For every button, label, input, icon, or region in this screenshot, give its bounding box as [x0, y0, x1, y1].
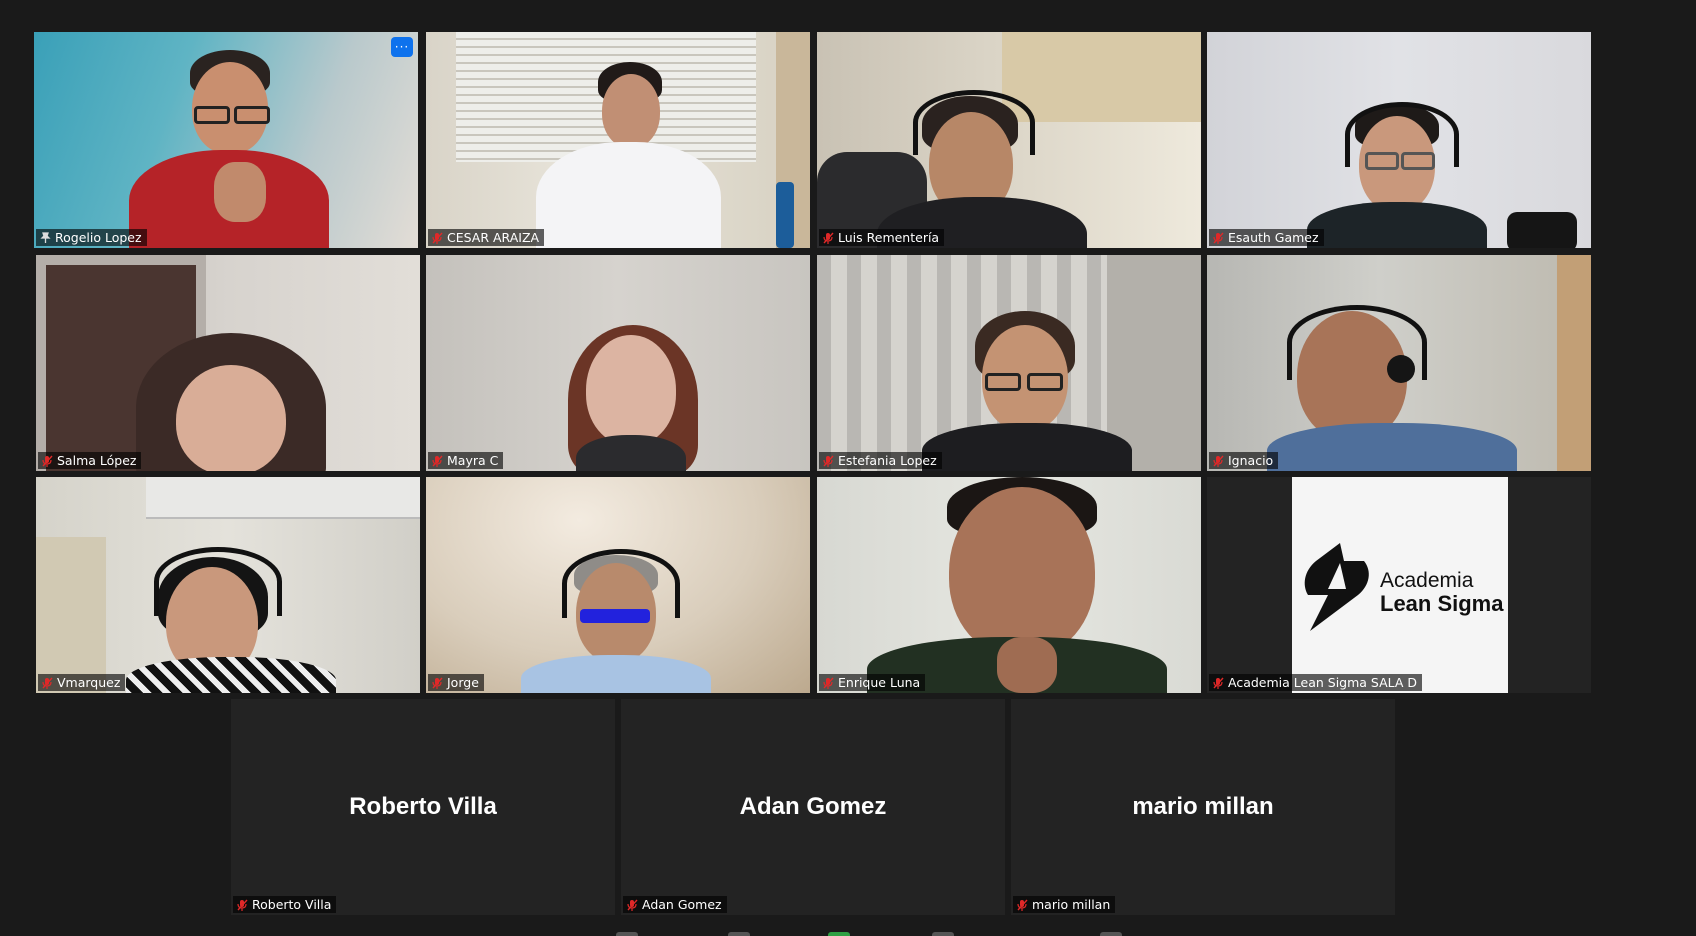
muted-mic-icon: [42, 677, 53, 689]
name-tag: Salma López: [38, 452, 142, 469]
muted-mic-icon: [237, 899, 248, 911]
participant-name: Rogelio Lopez: [55, 230, 142, 245]
video-tile-mario-millan[interactable]: mario millan mario millan: [1011, 699, 1395, 915]
video-tile-jorge[interactable]: Jorge: [426, 477, 810, 693]
muted-mic-icon: [823, 232, 834, 244]
logo-line-2: Lean Sigma: [1380, 591, 1504, 616]
name-tag: Ignacio: [1209, 452, 1279, 469]
muted-mic-icon: [42, 455, 53, 467]
muted-mic-icon: [1213, 232, 1224, 244]
video-tile-esauth-gamez[interactable]: Esauth Gamez: [1207, 32, 1591, 248]
lightning-bolt-icon: [1304, 543, 1369, 631]
name-tag: Jorge: [428, 674, 484, 691]
muted-mic-icon: [823, 677, 834, 689]
participant-name: Enrique Luna: [838, 675, 921, 690]
video-tile-luis-rementeria[interactable]: Luis Rementería: [817, 32, 1201, 248]
participant-name: Luis Rementería: [838, 230, 940, 245]
name-tag: Rogelio Lopez: [36, 229, 147, 246]
name-tag: Estefania Lopez: [819, 452, 942, 469]
name-tag: Luis Rementería: [819, 229, 945, 246]
video-tile-adan-gomez[interactable]: Adan Gomez Adan Gomez: [621, 699, 1005, 915]
name-tag: Enrique Luna: [819, 674, 926, 691]
participant-name: Salma López: [57, 453, 137, 468]
name-tag: mario millan: [1013, 896, 1116, 913]
video-tile-vmarquez[interactable]: Vmarquez: [36, 477, 420, 693]
participant-name: Estefania Lopez: [838, 453, 937, 468]
participant-name: Adan Gomez: [642, 897, 722, 912]
academia-lean-sigma-logo: Academia Lean Sigma: [1292, 477, 1508, 693]
toolbar-button[interactable]: [1100, 932, 1122, 936]
video-tile-cesar-araiza[interactable]: CESAR ARAIZA: [426, 32, 810, 248]
participant-name: Ignacio: [1228, 453, 1274, 468]
participant-name: Esauth Gamez: [1228, 230, 1319, 245]
participant-name: Vmarquez: [57, 675, 121, 690]
participant-name: Mayra C: [447, 453, 499, 468]
name-tag: Mayra C: [428, 452, 504, 469]
toolbar-button[interactable]: [616, 932, 638, 936]
meeting-toolbar[interactable]: [0, 930, 1696, 936]
participant-name: mario millan: [1032, 897, 1111, 912]
muted-mic-icon: [432, 677, 443, 689]
video-tile-mayra-c[interactable]: Mayra C: [426, 255, 810, 471]
video-tile-enrique-luna[interactable]: Enrique Luna: [817, 477, 1201, 693]
name-tag: CESAR ARAIZA: [428, 229, 545, 246]
video-tile-estefania-lopez[interactable]: Estefania Lopez: [817, 255, 1201, 471]
participant-name: Roberto Villa: [252, 897, 332, 912]
muted-mic-icon: [432, 232, 443, 244]
participant-name: Jorge: [447, 675, 479, 690]
muted-mic-icon: [1017, 899, 1028, 911]
gallery-view: ··· Rogelio Lopez CESAR ARAIZA Luis Reme…: [0, 0, 1696, 936]
participant-display-name: Adan Gomez: [739, 793, 887, 820]
more-options-button[interactable]: ···: [391, 37, 413, 57]
logo-line-1: Academia: [1380, 569, 1474, 592]
toolbar-button[interactable]: [828, 932, 850, 936]
name-tag: Vmarquez: [38, 674, 126, 691]
video-tile-academia-lean-sigma[interactable]: Academia Lean Sigma Academia Lean Sigma …: [1207, 477, 1591, 693]
toolbar-button[interactable]: [932, 932, 954, 936]
name-tag: Roberto Villa: [233, 896, 337, 913]
muted-mic-icon: [823, 455, 834, 467]
pin-icon: [40, 231, 51, 243]
participant-display-name: mario millan: [1132, 793, 1274, 820]
video-tile-ignacio[interactable]: Ignacio: [1207, 255, 1591, 471]
video-tile-rogelio-lopez[interactable]: ··· Rogelio Lopez: [34, 32, 418, 248]
video-tile-salma-lopez[interactable]: Salma López: [36, 255, 420, 471]
muted-mic-icon: [627, 899, 638, 911]
participant-name: Academia Lean Sigma SALA D: [1228, 675, 1418, 690]
muted-mic-icon: [1213, 677, 1224, 689]
name-tag: Academia Lean Sigma SALA D: [1209, 674, 1423, 691]
name-tag: Adan Gomez: [623, 896, 727, 913]
name-tag: Esauth Gamez: [1209, 229, 1324, 246]
video-tile-roberto-villa[interactable]: Roberto Villa Roberto Villa: [231, 699, 615, 915]
participant-display-name: Roberto Villa: [349, 793, 497, 820]
muted-mic-icon: [432, 455, 443, 467]
participant-name: CESAR ARAIZA: [447, 230, 540, 245]
toolbar-button[interactable]: [728, 932, 750, 936]
muted-mic-icon: [1213, 455, 1224, 467]
